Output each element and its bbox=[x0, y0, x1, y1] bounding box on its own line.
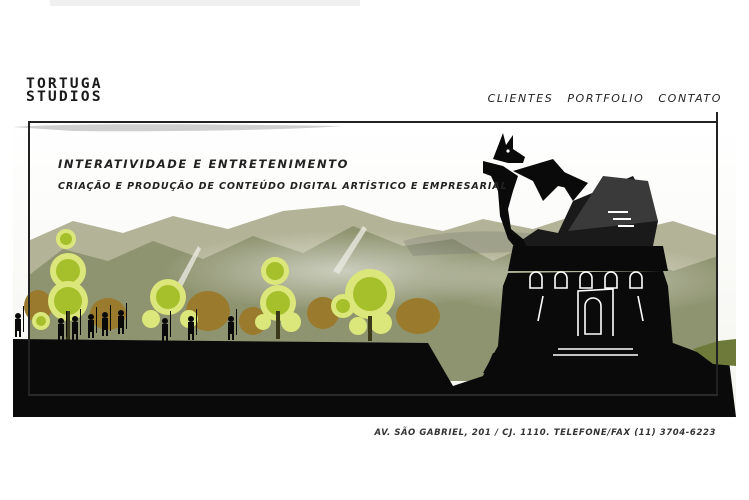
nav-clientes[interactable]: CLIENTES bbox=[488, 92, 554, 105]
nav-contato[interactable]: CONTATO bbox=[658, 92, 722, 105]
main-nav: CLIENTES PORTFOLIO CONTATO bbox=[488, 92, 722, 105]
banner-frame-bottom bbox=[28, 394, 718, 396]
frame-tick bbox=[716, 112, 718, 124]
nav-portfolio[interactable]: PORTFOLIO bbox=[567, 92, 644, 105]
tagline: INTERATIVIDADE E ENTRETENIMENTO bbox=[58, 157, 350, 171]
logo-line-2: STUDIOS bbox=[26, 89, 103, 105]
top-decor-bar bbox=[50, 0, 360, 6]
subtagline: CRIAÇÃO E PRODUÇÃO DE CONTEÚDO DIGITAL A… bbox=[58, 181, 508, 192]
logo[interactable]: TORTUGA STUDIOS bbox=[26, 77, 140, 108]
footer-address: AV. SÃO GABRIEL, 201 / CJ. 1110. TELEFON… bbox=[374, 428, 716, 438]
